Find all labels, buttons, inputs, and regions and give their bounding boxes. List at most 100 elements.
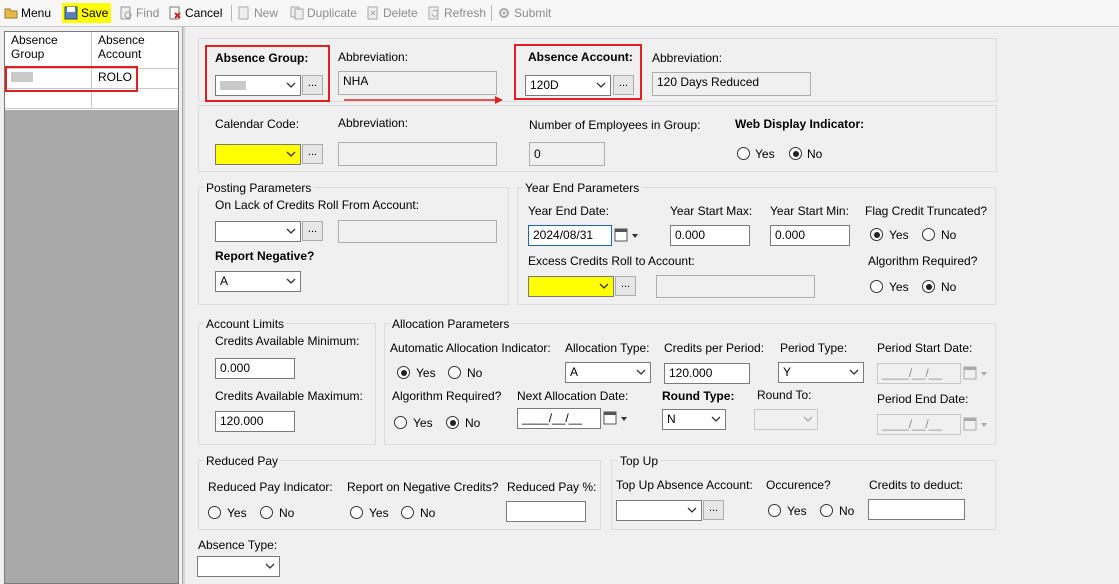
lack-credits-select[interactable] [215, 221, 301, 242]
annotation-arrow [344, 96, 503, 104]
column-header-absence-account[interactable]: Absence Account [92, 32, 178, 69]
round-to-select[interactable] [754, 409, 818, 430]
credits-min-label: Credits Available Minimum: [215, 334, 360, 348]
period-start-date-label: Period Start Date: [877, 341, 973, 355]
web-display-no-radio[interactable] [789, 147, 802, 160]
excess-credits-label: Excess Credits Roll to Account: [528, 254, 695, 268]
calendar-icon [614, 228, 638, 242]
reduced-pay-no-radio[interactable] [260, 506, 273, 519]
year-start-min-label: Year Start Min: [770, 204, 849, 218]
reduced-pay-yes-radio[interactable] [208, 506, 221, 519]
top-up-account-lookup-button[interactable]: ... [703, 500, 724, 520]
delete-button[interactable]: Delete [366, 3, 418, 23]
absence-type-select[interactable] [197, 556, 280, 577]
web-display-yes-radio[interactable] [737, 147, 750, 160]
year-end-algo-no-radio[interactable] [922, 280, 935, 293]
occurence-no-radio[interactable] [820, 504, 833, 517]
submit-button[interactable]: Submit [497, 3, 551, 23]
flag-truncated-no-radio[interactable] [922, 228, 935, 241]
save-icon [64, 6, 78, 20]
excess-credits-description[interactable] [656, 275, 815, 298]
calendar-code-select[interactable] [215, 144, 301, 165]
chevron-down-icon [687, 507, 697, 513]
round-type-select[interactable]: N [662, 409, 726, 430]
auto-allocation-yes-radio[interactable] [397, 366, 410, 379]
top-up-account-select[interactable] [616, 500, 702, 521]
calendar-code-lookup-button[interactable]: ... [302, 144, 323, 164]
lack-credits-lookup-button[interactable]: ... [302, 221, 323, 241]
excess-credits-select[interactable] [528, 276, 614, 297]
year-end-date-label: Year End Date: [528, 204, 609, 218]
allocation-parameters-legend: Allocation Parameters [390, 317, 512, 331]
calendar-icon [603, 411, 627, 425]
allocation-algo-yes-radio[interactable] [394, 416, 407, 429]
num-employees-field[interactable]: 0 [529, 142, 605, 166]
year-end-algo-yes-radio[interactable] [870, 280, 883, 293]
period-end-date-label: Period End Date: [877, 392, 969, 406]
report-negative-credits-no-radio[interactable] [401, 506, 414, 519]
reduced-pay-yes-label: Yes [227, 506, 247, 520]
table-cell-empty[interactable] [92, 89, 178, 109]
period-end-date-calendar-button[interactable] [962, 415, 987, 434]
report-negative-credits-yes-radio[interactable] [350, 506, 363, 519]
period-end-date-input[interactable]: ____/__/__ [877, 414, 961, 435]
duplicate-button[interactable]: Duplicate [290, 3, 357, 23]
next-allocation-date-calendar-button[interactable] [602, 409, 627, 428]
allocation-type-select[interactable]: A [565, 362, 651, 383]
report-negative-select[interactable]: A [215, 271, 301, 292]
occurence-yes-radio[interactable] [768, 504, 781, 517]
calendar-code-label: Calendar Code: [215, 117, 300, 131]
year-end-algorithm-label: Algorithm Required? [868, 254, 978, 268]
report-negative-credits-label: Report on Negative Credits? [347, 480, 499, 494]
auto-allocation-no-radio[interactable] [448, 366, 461, 379]
save-button[interactable]: Save [62, 3, 112, 23]
find-button[interactable]: Find [119, 3, 159, 23]
annotation-highlight-group [205, 45, 330, 102]
refresh-icon [428, 6, 439, 20]
auto-allocation-yes-label: Yes [416, 366, 436, 380]
group-abbreviation-field[interactable]: NHA [338, 71, 497, 95]
folder-icon [4, 8, 18, 19]
year-end-date-calendar-button[interactable] [613, 226, 638, 245]
period-start-date-calendar-button[interactable] [962, 364, 987, 383]
year-start-max-label: Year Start Max: [670, 204, 753, 218]
cancel-button[interactable]: Cancel [168, 3, 222, 23]
credits-per-period-input[interactable]: 120.000 [664, 363, 750, 384]
excess-credits-lookup-button[interactable]: ... [615, 276, 636, 296]
menu-button[interactable]: Menu [4, 3, 51, 23]
find-icon [120, 6, 132, 20]
column-header-absence-group[interactable]: Absence Group [5, 32, 92, 69]
credits-min-input[interactable]: 0.000 [215, 358, 295, 379]
table-cell-empty[interactable] [5, 89, 92, 109]
toolbar: Menu Save Find Cancel New Duplicate Dele… [0, 0, 1119, 27]
lack-credits-description[interactable] [338, 220, 497, 243]
year-start-max-input[interactable]: 0.000 [670, 225, 750, 246]
reduced-pay-indicator-label: Reduced Pay Indicator: [208, 480, 333, 494]
year-start-min-input[interactable]: 0.000 [770, 225, 850, 246]
account-abbreviation-field[interactable]: 120 Days Reduced [652, 72, 811, 96]
calendar-abbreviation-field[interactable] [338, 142, 497, 166]
report-negative-credits-no-label: No [420, 506, 436, 520]
allocation-algo-no-radio[interactable] [446, 416, 459, 429]
reduced-pay-no-label: No [279, 506, 295, 520]
new-icon [238, 6, 249, 20]
period-type-select[interactable]: Y [778, 362, 864, 383]
reduced-pay-percent-label: Reduced Pay %: [507, 480, 597, 494]
group-abbreviation-label: Abbreviation: [338, 50, 409, 64]
period-start-date-input[interactable]: ____/__/__ [877, 363, 961, 384]
new-button[interactable]: New [237, 3, 278, 23]
flag-credit-truncated-label: Flag Credit Truncated? [865, 204, 988, 218]
panel-splitter[interactable] [182, 27, 185, 584]
flag-truncated-yes-radio[interactable] [870, 228, 883, 241]
next-allocation-date-input[interactable]: ____/__/__ [517, 408, 601, 429]
auto-allocation-label: Automatic Allocation Indicator: [390, 341, 551, 355]
refresh-button[interactable]: Refresh [427, 3, 486, 23]
reduced-pay-percent-input[interactable] [506, 501, 586, 522]
year-end-date-input[interactable]: 2024/08/31 [528, 225, 612, 246]
annotation-highlight-account [514, 44, 642, 100]
credits-to-deduct-label: Credits to deduct: [869, 478, 964, 492]
credits-to-deduct-input[interactable] [868, 499, 965, 520]
absence-type-label: Absence Type: [198, 538, 278, 552]
duplicate-icon [290, 6, 304, 20]
credits-max-input[interactable]: 120.000 [215, 411, 295, 432]
